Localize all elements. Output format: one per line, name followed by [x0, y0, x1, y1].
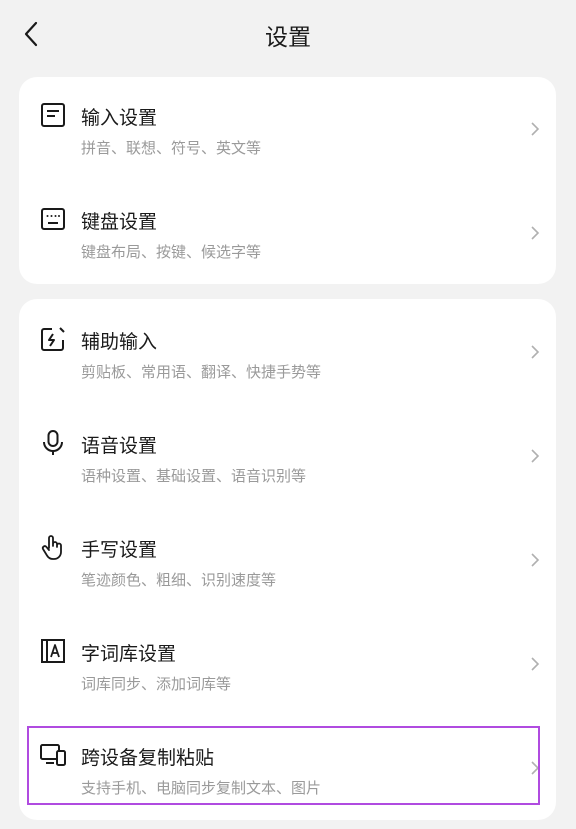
keyboard-icon [41, 208, 65, 230]
settings-item-keyboard[interactable]: 键盘设置 键盘布局、按键、候选字等 [19, 181, 556, 285]
item-title: 键盘设置 [81, 211, 158, 233]
item-subtitle: 笔迹颜色、粗细、识别速度等 [81, 571, 277, 589]
settings-item-cross-device-clipboard[interactable]: 跨设备复制粘贴 支持手机、电脑同步复制文本、图片 [19, 715, 556, 819]
item-title: 跨设备复制粘贴 [81, 747, 215, 769]
item-subtitle: 键盘布局、按键、候选字等 [81, 243, 262, 261]
chevron-right-icon [531, 449, 540, 463]
chevron-right-icon [531, 226, 540, 240]
settings-item-voice[interactable]: 语音设置 语种设置、基础设置、语音识别等 [19, 403, 556, 507]
item-subtitle: 语种设置、基础设置、语音识别等 [81, 467, 307, 485]
item-title: 输入设置 [81, 107, 158, 129]
page-title: 设置 [265, 25, 311, 51]
item-subtitle: 拼音、联想、符号、英文等 [81, 139, 262, 157]
top-bar: 设置 [0, 0, 576, 70]
document-lines-icon [41, 103, 65, 127]
item-title: 辅助输入 [81, 331, 158, 353]
settings-item-dictionary[interactable]: 字词库设置 词库同步、添加词库等 [19, 611, 556, 715]
chevron-right-icon [531, 553, 540, 567]
microphone-icon [43, 430, 63, 455]
settings-group-advanced: 辅助输入 剪贴板、常用语、翻译、快捷手势等 语音设置 语种设置、基础设置、语音识… [19, 299, 556, 820]
settings-item-assist-input[interactable]: 辅助输入 剪贴板、常用语、翻译、快捷手势等 [19, 299, 556, 403]
item-title: 语音设置 [81, 435, 158, 457]
settings-item-handwriting[interactable]: 手写设置 笔迹颜色、粗细、识别速度等 [19, 507, 556, 611]
item-title: 字词库设置 [81, 643, 177, 665]
settings-item-input[interactable]: 输入设置 拼音、联想、符号、英文等 [19, 77, 556, 181]
edit-lightning-icon [41, 327, 65, 351]
hand-pointer-icon [41, 535, 62, 560]
devices-icon [40, 744, 66, 766]
item-subtitle: 词库同步、添加词库等 [81, 675, 232, 693]
item-subtitle: 剪贴板、常用语、翻译、快捷手势等 [81, 363, 322, 381]
dictionary-book-icon [41, 639, 65, 663]
chevron-right-icon [531, 345, 540, 359]
item-title: 手写设置 [81, 539, 158, 561]
chevron-right-icon [531, 657, 540, 671]
item-subtitle: 支持手机、电脑同步复制文本、图片 [81, 779, 322, 797]
settings-group-basic: 输入设置 拼音、联想、符号、英文等 键盘设置 键盘布局、按键、候选字等 [19, 77, 556, 284]
chevron-right-icon [531, 761, 540, 775]
chevron-right-icon [531, 122, 540, 136]
